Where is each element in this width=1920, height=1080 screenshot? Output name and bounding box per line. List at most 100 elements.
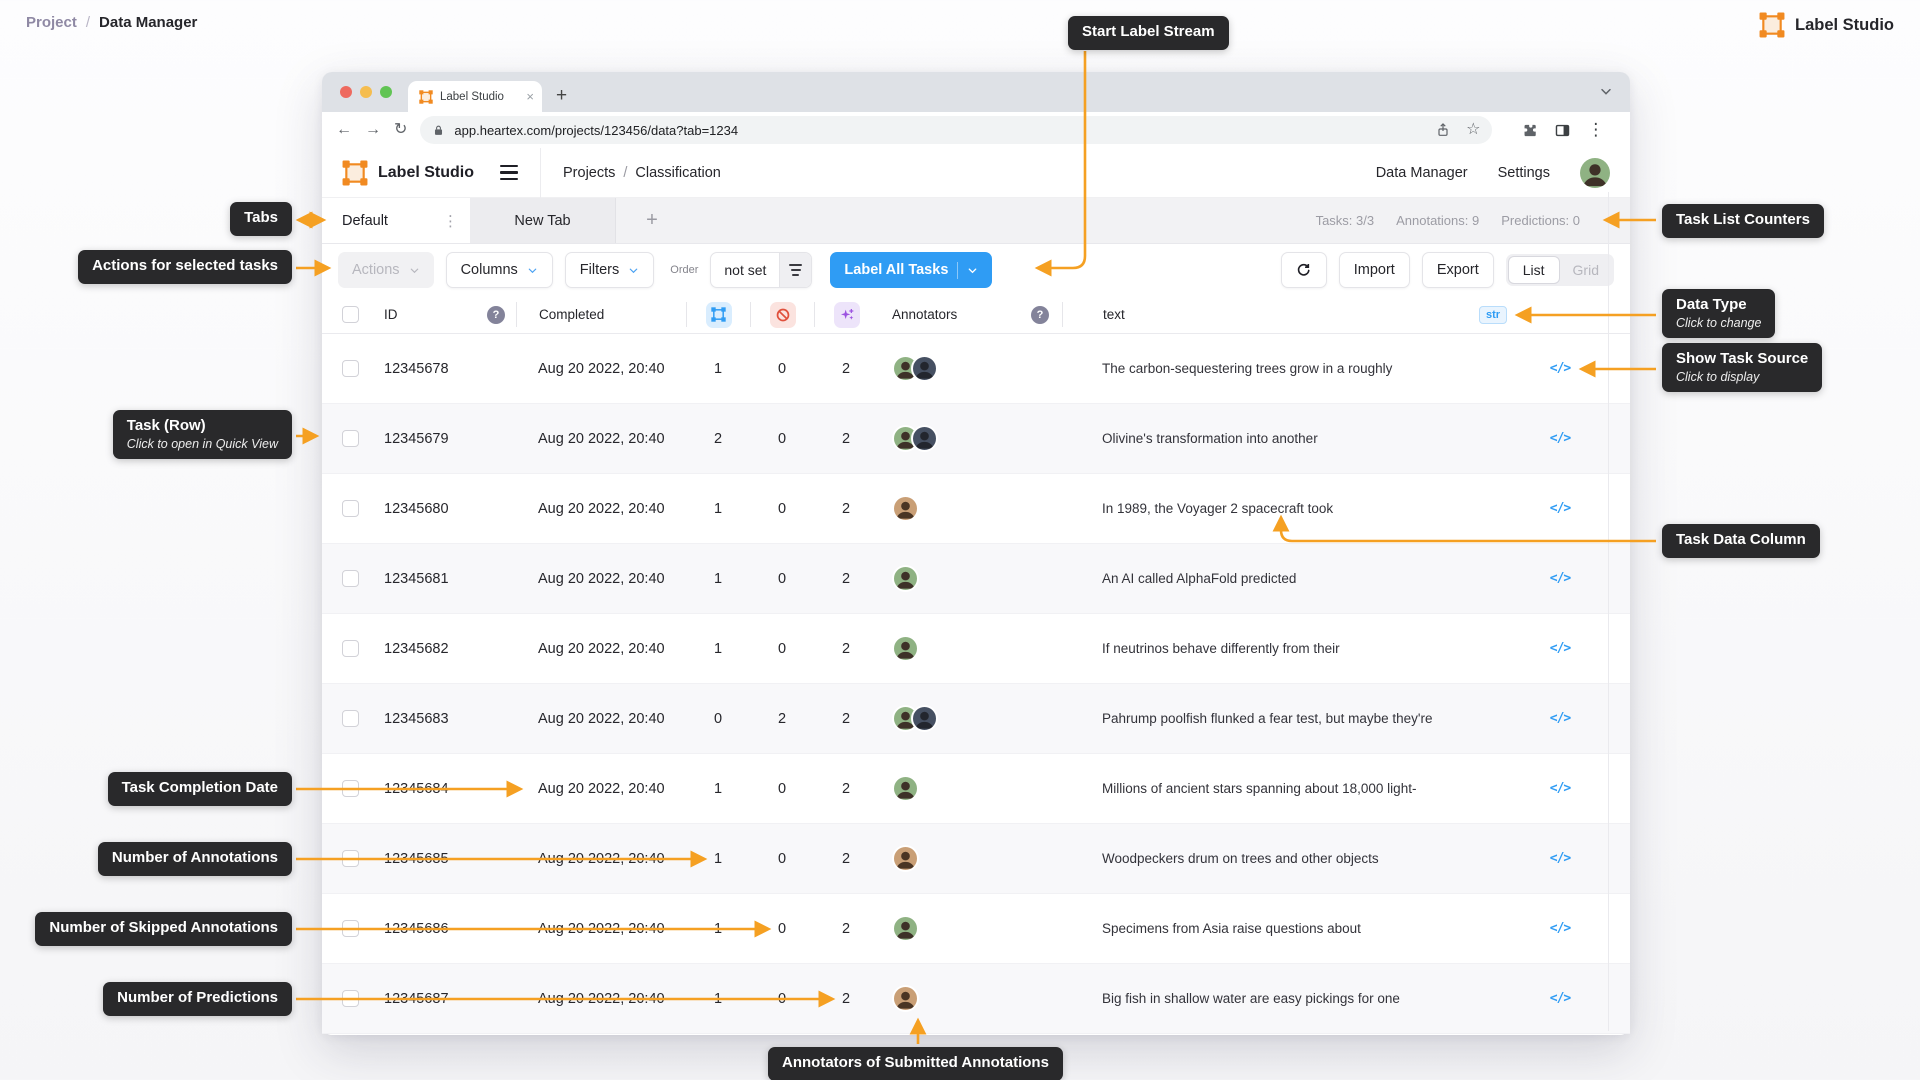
task-text: The carbon-sequestering trees grow in a … [1102,361,1393,376]
row-checkbox[interactable] [342,360,359,377]
label-all-tasks-button[interactable]: Label All Tasks [830,252,993,288]
actions-dropdown[interactable]: Actions [338,252,434,288]
minimize-window-button[interactable] [360,86,372,98]
row-checkbox[interactable] [342,570,359,587]
row-checkbox[interactable] [342,850,359,867]
sort-icon[interactable] [779,253,812,287]
nav-settings[interactable]: Settings [1498,165,1550,181]
row-checkbox[interactable] [342,920,359,937]
address-bar[interactable]: app.heartex.com/projects/123456/data?tab… [420,116,1493,144]
annotators-cell [878,495,1018,522]
refresh-button[interactable] [1280,252,1327,288]
reload-icon[interactable]: ↻ [394,122,407,138]
show-source-button[interactable]: </> [1550,921,1572,936]
show-source-button[interactable]: </> [1550,711,1572,726]
zoom-window-button[interactable] [380,86,392,98]
annotator-avatar[interactable] [911,705,938,732]
window-controls[interactable] [340,86,392,98]
table-row[interactable]: 12345681 Aug 20 2022, 20:40 1 0 2 An AI … [322,544,1630,614]
annotator-avatar[interactable] [892,845,919,872]
table-row[interactable]: 12345679 Aug 20 2022, 20:40 2 0 2 Olivin… [322,404,1630,474]
url-text[interactable]: app.heartex.com/projects/123456/data?tab… [454,123,1426,138]
scrollbar-gutter[interactable] [1608,192,1609,1031]
column-annotators[interactable]: Annotators [878,307,1018,322]
column-text[interactable]: text [1062,301,1456,328]
table-row[interactable]: 12345684 Aug 20 2022, 20:40 1 0 2 Millio… [322,754,1630,824]
row-checkbox[interactable] [342,710,359,727]
extensions-puzzle-icon[interactable] [1521,122,1538,139]
show-source-button[interactable]: </> [1550,501,1572,516]
column-annotations[interactable] [686,301,750,328]
back-icon[interactable]: ← [336,122,352,138]
row-checkbox[interactable] [342,990,359,1007]
view-list-button[interactable]: List [1507,256,1560,284]
chevron-down-icon[interactable] [1598,83,1614,99]
show-source-button[interactable]: </> [1550,641,1572,656]
row-checkbox[interactable] [342,640,359,657]
data-type-badge[interactable]: str [1478,305,1508,324]
browser-menu-kebab-icon[interactable]: ⋮ [1587,120,1604,140]
table-row[interactable]: 12345683 Aug 20 2022, 20:40 0 2 2 Pahrum… [322,684,1630,754]
show-source-button[interactable]: </> [1550,781,1572,796]
order-value: not set [724,262,767,278]
table-row[interactable]: 12345682 Aug 20 2022, 20:40 1 0 2 If neu… [322,614,1630,684]
table-row[interactable]: 12345678 Aug 20 2022, 20:40 1 0 2 The ca… [322,334,1630,404]
filters-dropdown[interactable]: Filters [564,252,655,288]
show-source-button[interactable]: </> [1550,991,1572,1006]
table-row[interactable]: 12345685 Aug 20 2022, 20:40 1 0 2 Woodpe… [322,824,1630,894]
column-id[interactable]: ID [366,307,476,322]
help-icon[interactable]: ? [1031,305,1049,324]
annotator-avatar[interactable] [892,775,919,802]
table-row[interactable]: 12345687 Aug 20 2022, 20:40 1 0 2 Big fi… [322,964,1630,1034]
show-source-button[interactable]: </> [1550,851,1572,866]
forward-icon[interactable]: → [365,122,381,138]
annotator-avatar[interactable] [892,635,919,662]
columns-dropdown[interactable]: Columns [445,252,553,288]
tab-new-tab[interactable]: New Tab [470,198,616,243]
projects-link[interactable]: Projects [563,165,615,181]
column-completed[interactable]: Completed [516,301,686,328]
add-tab-button[interactable]: + [616,198,688,243]
callout-task-row: Task (Row) Click to open in Quick View [112,410,292,459]
import-button[interactable]: Import [1338,252,1410,288]
sidebar-panel-icon[interactable] [1554,122,1571,139]
row-checkbox[interactable] [342,780,359,797]
show-source-button[interactable]: </> [1550,361,1572,376]
column-predictions[interactable] [814,301,878,328]
help-icon[interactable]: ? [487,305,505,324]
hamburger-menu-icon[interactable] [500,164,518,181]
annotator-avatar[interactable] [892,565,919,592]
row-checkbox[interactable] [342,500,359,517]
select-all-checkbox[interactable] [342,306,359,323]
table-row[interactable]: 12345686 Aug 20 2022, 20:40 1 0 2 Specim… [322,894,1630,964]
annotator-avatar[interactable] [892,915,919,942]
share-icon[interactable] [1435,122,1451,138]
user-avatar[interactable] [1580,157,1610,188]
table-row[interactable]: 12345680 Aug 20 2022, 20:40 1 0 2 In 198… [322,474,1630,544]
annotator-avatar[interactable] [892,985,919,1012]
tab-menu-kebab-icon[interactable]: ⋮ [443,212,458,230]
close-window-button[interactable] [340,86,352,98]
task-id: 12345685 [384,850,449,867]
data-manager-tab-bar: Default ⋮ New Tab + Tasks: 3/3 Annotatio… [322,198,1630,244]
show-source-button[interactable]: </> [1550,571,1572,586]
nav-data-manager[interactable]: Data Manager [1376,165,1468,181]
show-source-button[interactable]: </> [1550,431,1572,446]
annotator-avatar[interactable] [911,425,938,452]
row-checkbox[interactable] [342,430,359,447]
view-grid-button[interactable]: Grid [1560,256,1612,284]
task-completed-date: Aug 20 2022, 20:40 [538,710,665,727]
close-tab-icon[interactable]: × [526,90,534,103]
column-skipped[interactable] [750,301,814,328]
annotator-avatar[interactable] [892,495,919,522]
export-button[interactable]: Export [1421,252,1494,288]
bookmark-star-icon[interactable]: ☆ [1466,122,1480,138]
breadcrumb-parent[interactable]: Project [26,14,77,31]
order-control[interactable]: not set [710,252,813,288]
new-tab-button[interactable]: + [556,85,567,107]
browser-tab[interactable]: Label Studio × [408,81,542,112]
app-logo-icon[interactable] [342,160,368,186]
task-text: Big fish in shallow water are easy picki… [1102,991,1400,1006]
tab-default[interactable]: Default ⋮ [322,198,470,243]
annotator-avatar[interactable] [911,355,938,382]
